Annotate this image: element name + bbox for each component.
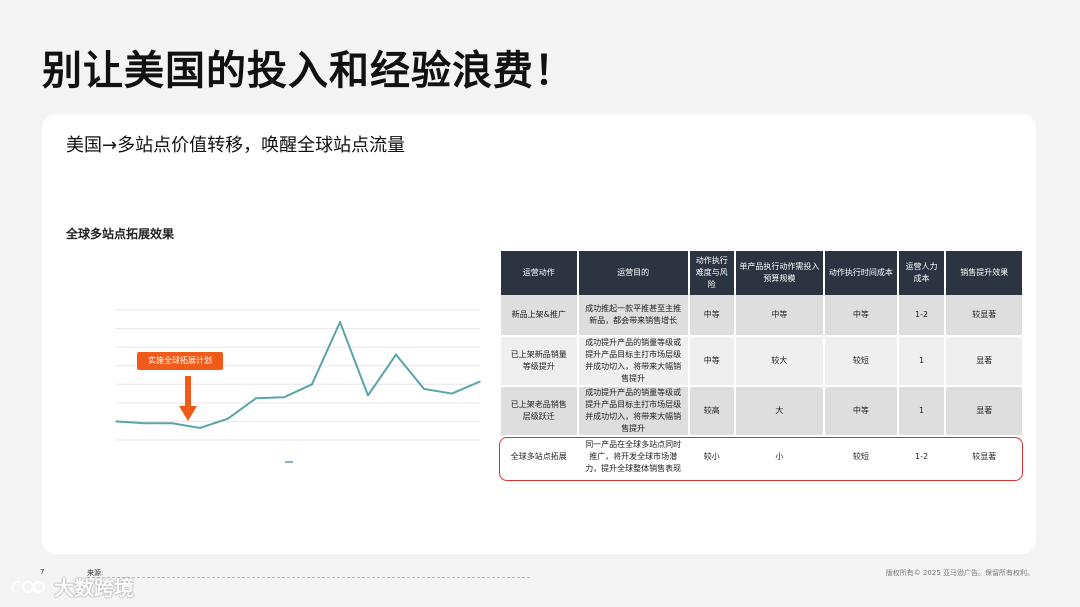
data-point — [115, 420, 117, 423]
data-point — [451, 392, 453, 395]
data-point — [311, 383, 313, 386]
data-point — [199, 427, 201, 429]
data-point — [367, 394, 369, 397]
data-point — [395, 353, 397, 356]
table-cell: 成功提升产品的销量等级或提升产品目标主打市场层级并成功切入，将带来大幅销售提升 — [578, 387, 688, 437]
table-cell: 已上架新品销量等级提升 — [501, 337, 577, 387]
table-cell: 1-2 — [898, 295, 945, 337]
table-cell: 中等 — [689, 295, 734, 337]
table-cell: 较短 — [825, 337, 897, 387]
series-line — [115, 321, 481, 429]
table-cell: 已上架老品销售层级跃迁 — [501, 387, 577, 437]
table-cell: 1 — [898, 337, 945, 387]
row-highlight-outline — [499, 437, 1023, 481]
slide-subtitle: 美国→多站点价值转移，唤醒全球站点流量 — [66, 135, 406, 156]
slide-title: 别让美国的投入和经验浪费！ — [42, 48, 575, 94]
data-point — [479, 380, 481, 383]
table-cell: 成功提升产品的销量等级或提升产品目标主打市场层级并成功切入，将带来大幅销售提升 — [578, 337, 688, 387]
table-cell: 中等 — [689, 337, 734, 387]
table-cell: 较大 — [735, 337, 824, 387]
chart-title: 全球多站点拓展效果 — [66, 227, 175, 241]
table-cell: 成功推起一款平推甚至主推新品，都会带来销售增长 — [578, 295, 688, 337]
table-header-cell: 单产品执行动作需投入预算规模 — [735, 251, 824, 295]
table-row: 新品上架&推广 成功推起一款平推甚至主推新品，都会带来销售增长 中等 中等 中等… — [501, 295, 1022, 337]
data-point — [143, 422, 145, 425]
table-header-cell: 动作执行时间成本 — [825, 251, 897, 295]
data-point — [171, 422, 173, 425]
table-row: 已上架新品销量等级提升 成功提升产品的销量等级或提升产品目标主打市场层级并成功切… — [501, 337, 1022, 387]
data-point — [227, 417, 229, 420]
data-point — [339, 321, 341, 323]
data-point — [255, 397, 257, 400]
table-cell: 中等 — [825, 387, 897, 437]
source-divider — [87, 577, 530, 578]
watermark: 大数跨境 — [8, 572, 134, 601]
table-header-row: 运营动作 运营目的 动作执行难度与风险 单产品执行动作需投入预算规模 动作执行时… — [501, 251, 1022, 295]
copyright-text: 版权所有© 2025 亚马逊广告。保留所有权利。 — [885, 569, 1034, 577]
table-header-cell: 运营动作 — [501, 251, 577, 295]
watermark-logo-icon — [11, 579, 46, 593]
table-header-cell: 动作执行难度与风险 — [689, 251, 734, 295]
data-point — [423, 388, 425, 390]
callout-label: 实施全球拓展计划 — [137, 352, 223, 370]
table-cell: 中等 — [825, 295, 897, 337]
table-cell: 新品上架&推广 — [501, 295, 577, 337]
table-cell: 显著 — [946, 387, 1022, 437]
watermark-text: 大数跨境 — [54, 576, 134, 600]
line-chart — [115, 309, 481, 463]
table-cell: 中等 — [735, 295, 824, 337]
table-cell: 1 — [898, 387, 945, 437]
table-header-cell: 销售提升效果 — [946, 251, 1022, 295]
table-header-cell: 运营人力成本 — [898, 251, 945, 295]
table-cell: 显著 — [946, 337, 1022, 387]
table-cell: 大 — [735, 387, 824, 437]
arrow-down-icon — [179, 376, 197, 421]
table-row: 已上架老品销售层级跃迁 成功提升产品的销量等级或提升产品目标主打市场层级并成功切… — [501, 387, 1022, 437]
data-point — [283, 396, 285, 399]
table-cell: 较高 — [689, 387, 734, 437]
table-header-cell: 运营目的 — [578, 251, 688, 295]
table-cell: 较显著 — [946, 295, 1022, 337]
